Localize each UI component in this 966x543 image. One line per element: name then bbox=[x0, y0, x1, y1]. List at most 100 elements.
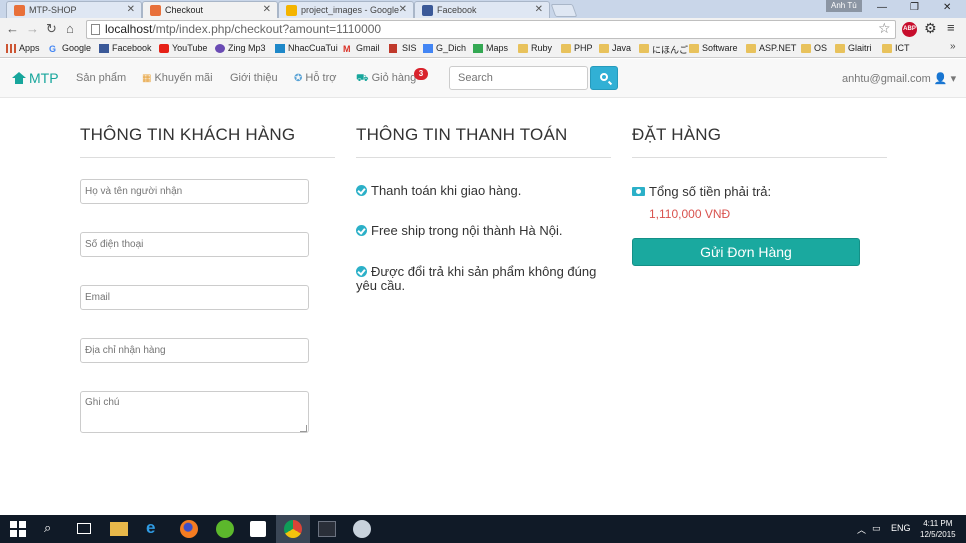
edge-icon[interactable]: e bbox=[146, 518, 164, 537]
google-icon: G bbox=[49, 44, 57, 54]
apps-grid-icon bbox=[6, 44, 16, 53]
minimize-icon[interactable]: — bbox=[877, 2, 887, 13]
cart-icon: ⛟ bbox=[356, 73, 369, 84]
customer-info-title: THÔNG TIN KHÁCH HÀNG bbox=[80, 125, 296, 144]
home-icon bbox=[12, 72, 26, 84]
close-window-icon[interactable]: ✕ bbox=[943, 2, 951, 13]
adblock-icon[interactable]: ABP bbox=[902, 22, 917, 37]
email-input[interactable] bbox=[80, 285, 309, 310]
site-favicon-icon bbox=[14, 5, 25, 16]
bookmark-youtube[interactable]: YouTube bbox=[159, 43, 207, 53]
browser-toolbar: ← → ↻ ⌂ localhost/mtp/index.php/checkout… bbox=[0, 18, 966, 40]
bookmark-g-dich[interactable]: G_Dich bbox=[423, 43, 466, 53]
chrome-icon[interactable] bbox=[284, 520, 302, 538]
profile-chip[interactable]: Anh Tú bbox=[826, 0, 862, 12]
bookmark-google[interactable]: G Google bbox=[49, 43, 91, 54]
address-bar[interactable]: localhost/mtp/index.php/checkout?amount=… bbox=[86, 20, 896, 39]
bookmark-gmail[interactable]: M Gmail bbox=[343, 43, 380, 54]
maximize-icon[interactable]: ❐ bbox=[910, 2, 919, 13]
back-icon[interactable]: ← bbox=[6, 21, 19, 36]
bookmark-nihongo[interactable]: にほんご bbox=[639, 43, 688, 56]
tab-checkout[interactable]: Checkout ✕ bbox=[142, 1, 278, 18]
bookmark-zing-mp3[interactable]: Zing Mp3 bbox=[215, 43, 266, 53]
nav-products[interactable]: Sản phẩm bbox=[76, 72, 126, 84]
file-explorer-icon[interactable] bbox=[110, 522, 128, 536]
terminal-icon[interactable] bbox=[318, 521, 336, 537]
bookmark-os[interactable]: OS bbox=[801, 43, 827, 53]
task-view-icon[interactable] bbox=[77, 523, 91, 534]
bookmarks-bar: Apps G Google Facebook YouTube Zing Mp3 N… bbox=[0, 40, 966, 58]
resize-handle[interactable] bbox=[300, 425, 307, 432]
total-amount: 1,110,000 VNĐ bbox=[649, 207, 731, 221]
submit-order-button[interactable]: Gửi Đơn Hàng bbox=[632, 238, 860, 266]
bookmark-apps[interactable]: Apps bbox=[6, 43, 40, 53]
bookmark-ict[interactable]: ICT bbox=[882, 43, 910, 53]
gmail-icon: M bbox=[343, 44, 351, 54]
recipient-name-input[interactable] bbox=[80, 179, 309, 204]
close-tab-icon[interactable]: ✕ bbox=[535, 4, 543, 15]
reload-icon[interactable]: ↻ bbox=[46, 21, 57, 37]
home-icon[interactable]: ⌂ bbox=[66, 21, 74, 36]
paint-icon[interactable] bbox=[353, 520, 371, 538]
sis-icon bbox=[389, 44, 397, 53]
nav-promotions[interactable]: ▦ Khuyến mãi bbox=[142, 72, 213, 84]
bookmark-maps[interactable]: Maps bbox=[473, 43, 508, 53]
bookmark-java[interactable]: Java bbox=[599, 43, 631, 53]
app-icon[interactable] bbox=[216, 520, 234, 538]
folder-icon bbox=[801, 44, 811, 53]
browser-menu-icon[interactable]: ≡ bbox=[947, 20, 955, 35]
notification-icon[interactable]: ▭ bbox=[872, 523, 881, 534]
facebook-favicon-icon bbox=[422, 5, 433, 16]
bookmark-nhaccuatui[interactable]: NhacCuaTui bbox=[275, 43, 338, 53]
browser-tab-strip: MTP-SHOP ✕ Checkout ✕ project_images - G… bbox=[0, 0, 966, 18]
folder-icon bbox=[518, 44, 528, 53]
nav-about[interactable]: Giới thiệu bbox=[230, 72, 278, 84]
language-indicator[interactable]: ENG bbox=[891, 523, 911, 533]
firefox-icon[interactable] bbox=[180, 520, 198, 538]
search-button[interactable] bbox=[590, 66, 618, 90]
phone-input[interactable] bbox=[80, 232, 309, 257]
forward-icon[interactable]: → bbox=[26, 21, 39, 36]
windows-start-icon[interactable] bbox=[10, 521, 26, 537]
nav-support[interactable]: ✪ Hỗ trợ bbox=[294, 72, 336, 84]
bookmark-star-icon[interactable]: ☆ bbox=[878, 20, 891, 37]
divider bbox=[80, 157, 335, 158]
facebook-icon bbox=[99, 44, 109, 53]
search-input[interactable] bbox=[449, 66, 588, 90]
tab-facebook[interactable]: Facebook ✕ bbox=[414, 1, 550, 18]
tab-project-images[interactable]: project_images - Google ✕ bbox=[278, 1, 414, 18]
order-title: ĐẶT HÀNG bbox=[632, 125, 722, 144]
close-tab-icon[interactable]: ✕ bbox=[127, 4, 135, 15]
bookmark-software[interactable]: Software bbox=[689, 43, 738, 53]
bookmark-glaitri[interactable]: Glaitri bbox=[835, 43, 872, 53]
nhaccuatui-icon bbox=[275, 44, 285, 53]
bookmark-sis[interactable]: SIS bbox=[389, 43, 417, 53]
note-textarea[interactable] bbox=[80, 391, 309, 433]
maps-icon bbox=[473, 44, 483, 53]
new-tab-button[interactable] bbox=[550, 4, 578, 17]
address-input[interactable] bbox=[80, 338, 309, 363]
tab-mtp-shop[interactable]: MTP-SHOP ✕ bbox=[6, 1, 142, 18]
check-circle-icon bbox=[356, 185, 367, 196]
bookmark-ruby[interactable]: Ruby bbox=[518, 43, 552, 53]
more-bookmarks-icon[interactable]: » bbox=[950, 41, 956, 52]
caret-down-icon: ▾ bbox=[950, 73, 957, 85]
user-menu[interactable]: anhtu@gmail.com 👤 ▾ bbox=[842, 72, 956, 85]
close-tab-icon[interactable]: ✕ bbox=[399, 4, 407, 15]
tray-chevron-icon[interactable]: ︿ bbox=[857, 523, 866, 536]
support-icon: ✪ bbox=[294, 73, 303, 84]
search-icon[interactable]: ⌕ bbox=[44, 520, 62, 538]
brand-link[interactable]: MTP bbox=[12, 70, 59, 86]
bookmark-facebook[interactable]: Facebook bbox=[99, 43, 152, 53]
settings-gear-icon[interactable]: ⚙ bbox=[924, 20, 937, 37]
nav-cart[interactable]: ⛟ Giỏ hàng bbox=[356, 72, 416, 86]
folder-icon bbox=[689, 44, 699, 53]
translate-icon bbox=[423, 44, 433, 53]
store-icon[interactable] bbox=[250, 521, 266, 537]
payment-info-title: THÔNG TIN THANH TOÁN bbox=[356, 125, 568, 144]
windows-taskbar: ⌕ e ︿ ▭ ENG 4:11 PM 12/5/2015 bbox=[0, 515, 966, 543]
system-clock[interactable]: 4:11 PM 12/5/2015 bbox=[920, 518, 956, 540]
bookmark-aspnet[interactable]: ASP.NET bbox=[746, 43, 796, 53]
bookmark-php[interactable]: PHP bbox=[561, 43, 593, 53]
close-tab-icon[interactable]: ✕ bbox=[263, 4, 271, 15]
